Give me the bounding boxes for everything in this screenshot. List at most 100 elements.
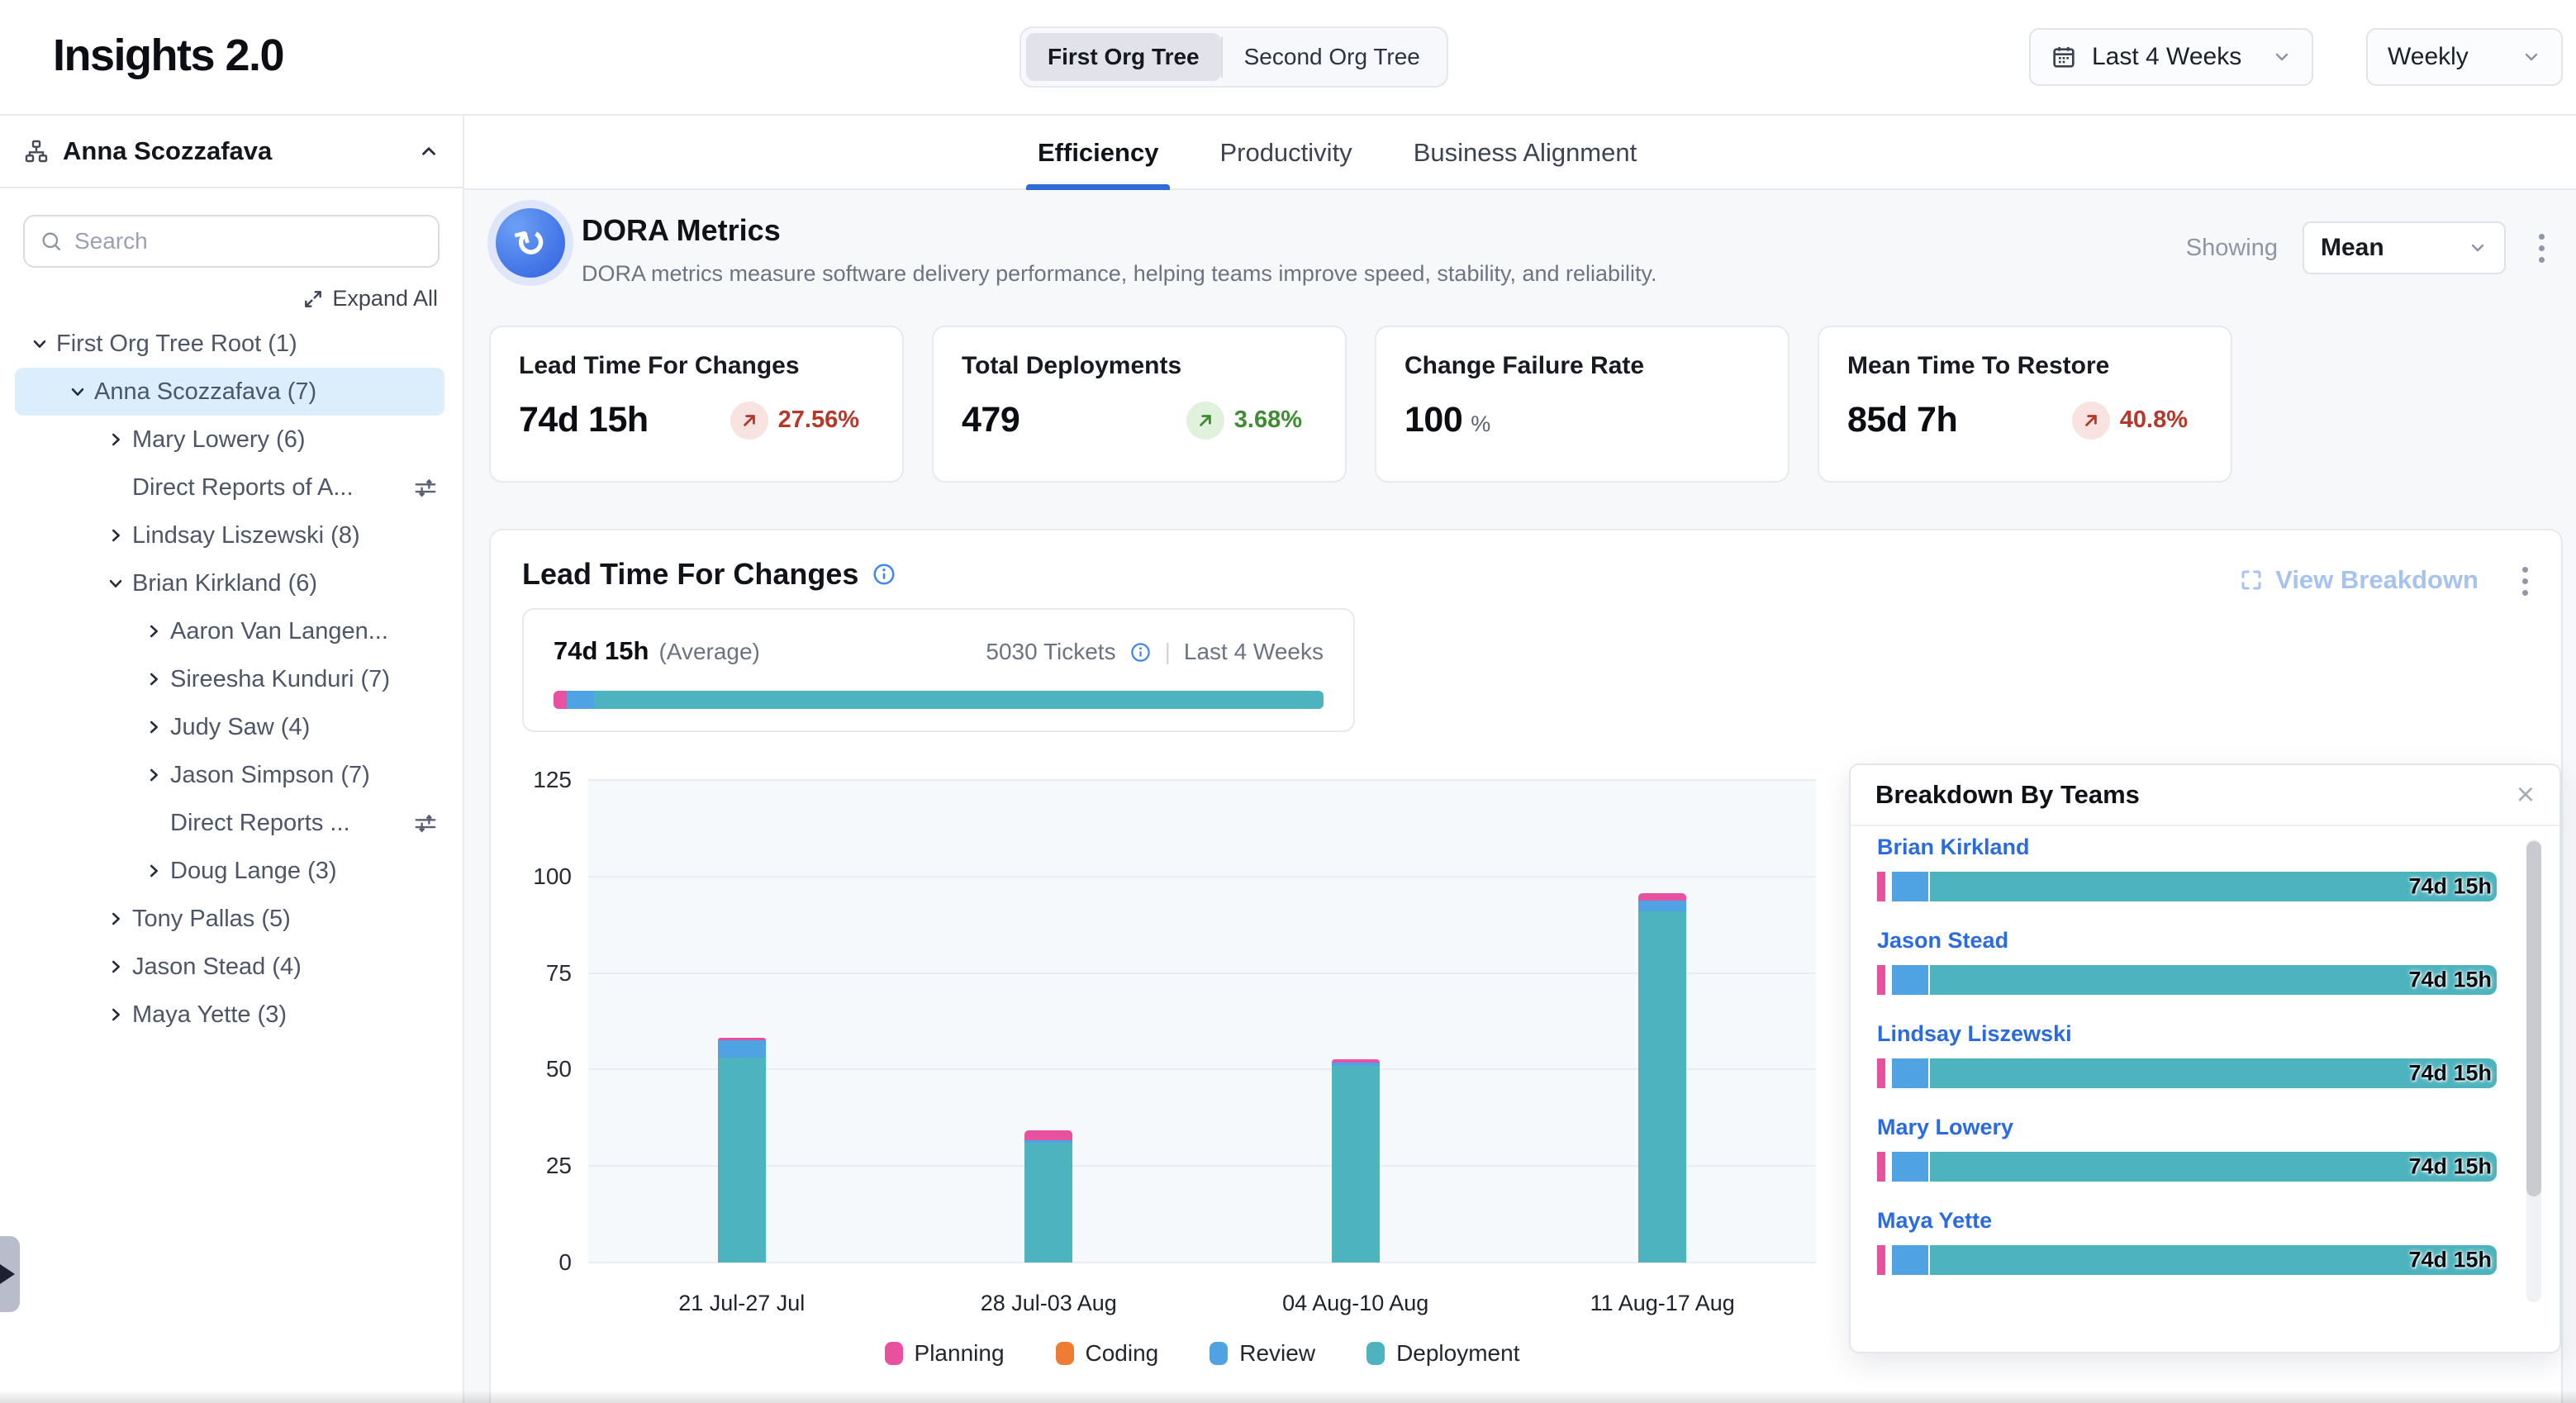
tree-item-first-org-tree-root-1[interactable]: First Org Tree Root (1) (15, 320, 444, 368)
tree-item-label: Judy Saw (4) (170, 714, 310, 741)
trend-badge: 27.56% (730, 402, 859, 440)
scrollbar-thumb[interactable] (2526, 841, 2541, 1196)
bar-segment-review (1892, 1152, 1928, 1182)
sidebar-collapse-handle[interactable] (0, 1236, 20, 1312)
metric-value: 85d 7h (1847, 400, 1957, 440)
granularity-select[interactable]: Weekly (2366, 28, 2563, 86)
divider: | (1165, 639, 1171, 665)
tab-efficiency[interactable]: Efficiency (1034, 116, 1162, 190)
tree-item-lindsay-liszewski-8[interactable]: Lindsay Liszewski (8) (15, 511, 444, 559)
tree-item-sireesha-kunduri-7[interactable]: Sireesha Kunduri (7) (15, 655, 444, 703)
app-title: Insights 2.0 (53, 30, 283, 81)
bar-segment-planning (1877, 1245, 1885, 1275)
toggle-second-org-tree[interactable]: Second Org Tree (1223, 33, 1442, 81)
filter-settings-icon[interactable] (413, 811, 438, 835)
tree-item-jason-simpson-7[interactable]: Jason Simpson (7) (15, 751, 444, 799)
metric-card-mean-time-to-restore: Mean Time To Restore85d 7h40.8% (1818, 326, 2232, 483)
granularity-value: Weekly (2388, 43, 2469, 71)
chevron-right-icon (99, 958, 132, 976)
search-input[interactable] (74, 228, 423, 254)
team-value: 74d 15h (2408, 968, 2492, 993)
info-icon[interactable] (872, 562, 896, 587)
expand-all-button[interactable]: Expand All (25, 286, 438, 312)
tab-strip: Efficiency Productivity Business Alignment (464, 116, 2576, 190)
team-name-link[interactable]: Mary Lowery (1877, 1115, 2497, 1140)
chevron-right-icon (99, 1006, 132, 1024)
chevron-right-icon (137, 670, 170, 688)
section-title: Lead Time For Changes (522, 557, 858, 592)
tree-item-label: Mary Lowery (6) (132, 426, 306, 454)
tab-productivity[interactable]: Productivity (1216, 116, 1355, 190)
bar-segment-deployment: 74d 15h (1930, 1245, 2497, 1275)
tree-item-judy-saw-4[interactable]: Judy Saw (4) (15, 703, 444, 751)
tree-item-tony-pallas-5[interactable]: Tony Pallas (5) (15, 895, 444, 943)
dora-metrics-icon: ↻ (496, 208, 565, 278)
chart-legend: PlanningCodingReviewDeployment (588, 1340, 1816, 1367)
search-box (23, 215, 440, 268)
bar-segment-review (1638, 901, 1686, 911)
bar-segment-deployment (1024, 1143, 1072, 1263)
bar-segment-planning (1877, 872, 1885, 901)
tree-item-anna-scozzafava-7[interactable]: Anna Scozzafava (7) (15, 368, 444, 416)
tree-item-doug-lange-3[interactable]: Doug Lange (3) (15, 847, 444, 895)
section-menu-kebab-icon[interactable] (2514, 562, 2536, 601)
team-name-link[interactable]: Brian Kirkland (1877, 835, 2497, 860)
legend-item-review: Review (1210, 1340, 1315, 1367)
bar-segment-deployment: 74d 15h (1930, 965, 2497, 995)
date-range-select[interactable]: Last 4 Weeks (2029, 28, 2313, 86)
showing-select[interactable]: Mean (2303, 221, 2506, 274)
org-tree-toggle: First Org Tree Second Org Tree (1019, 26, 1448, 88)
legend-label: Planning (915, 1340, 1005, 1367)
x-axis-label: 04 Aug-10 Aug (1202, 1291, 1509, 1316)
stacked-bar-21-jul-27-jul (718, 1038, 766, 1263)
filter-settings-icon[interactable] (413, 475, 438, 500)
bar-segment-deployment (718, 1058, 766, 1263)
tree-item-label: Anna Scozzafava (7) (94, 378, 316, 406)
bar-segment-deployment (1332, 1066, 1380, 1263)
tree-item-maya-yette-3[interactable]: Maya Yette (3) (15, 991, 444, 1039)
tree-item-label: Tony Pallas (5) (132, 906, 291, 933)
team-lead-time-bar: 74d 15h (1877, 1058, 2497, 1088)
chevron-up-icon[interactable] (418, 140, 440, 162)
dora-menu-kebab-icon[interactable] (2531, 229, 2553, 268)
tree-item-label: Jason Simpson (7) (170, 762, 370, 789)
calendar-icon (2051, 44, 2077, 70)
tree-item-label: Aaron Van Langen... (170, 618, 388, 645)
breakdown-title: Breakdown By Teams (1875, 780, 2140, 810)
legend-item-deployment: Deployment (1366, 1340, 1519, 1367)
trend-arrow-icon (730, 402, 768, 440)
trend-arrow-icon (1186, 402, 1224, 440)
team-value: 74d 15h (2408, 874, 2492, 900)
legend-label: Review (1239, 1340, 1315, 1367)
tree-item-direct-reports-of-a[interactable]: Direct Reports of A... (15, 464, 444, 511)
tab-business-alignment[interactable]: Business Alignment (1410, 116, 1641, 190)
legend-swatch (1056, 1342, 1074, 1365)
view-breakdown-button[interactable]: View Breakdown (2239, 565, 2479, 595)
team-name-link[interactable]: Maya Yette (1877, 1208, 2497, 1234)
team-name-link[interactable]: Jason Stead (1877, 928, 2497, 954)
tree-item-label: Sireesha Kunduri (7) (170, 666, 390, 693)
toggle-first-org-tree[interactable]: First Org Tree (1026, 33, 1221, 81)
stacked-bar-04-aug-10-aug (1332, 1059, 1380, 1263)
showing-label: Showing (2186, 235, 2278, 262)
summary-segment-deployment (594, 691, 1324, 709)
gridline (588, 779, 1816, 781)
metric-unit: % (1471, 411, 1490, 437)
tree-item-aaron-van-langen[interactable]: Aaron Van Langen... (15, 607, 444, 655)
stacked-bar-28-jul-03-aug (1024, 1130, 1072, 1263)
team-name-link[interactable]: Lindsay Liszewski (1877, 1021, 2497, 1047)
chevron-down-icon (2272, 47, 2292, 67)
chevron-down-icon (99, 574, 132, 592)
tree-item-mary-lowery-6[interactable]: Mary Lowery (6) (15, 416, 444, 464)
tree-item-brian-kirkland-6[interactable]: Brian Kirkland (6) (15, 559, 444, 607)
tree-item-label: Direct Reports of A... (132, 474, 354, 502)
search-icon (40, 230, 63, 253)
trend-percent: 3.68% (1234, 407, 1302, 434)
stacked-bar-11-aug-17-aug (1638, 893, 1686, 1263)
sidebar-header[interactable]: Anna Scozzafava (0, 116, 463, 188)
info-icon[interactable] (1129, 641, 1152, 663)
tree-item-direct-reports[interactable]: Direct Reports ... (15, 799, 444, 847)
chevron-right-icon (137, 622, 170, 640)
tree-item-jason-stead-4[interactable]: Jason Stead (4) (15, 943, 444, 991)
close-icon[interactable]: × (2517, 779, 2535, 811)
